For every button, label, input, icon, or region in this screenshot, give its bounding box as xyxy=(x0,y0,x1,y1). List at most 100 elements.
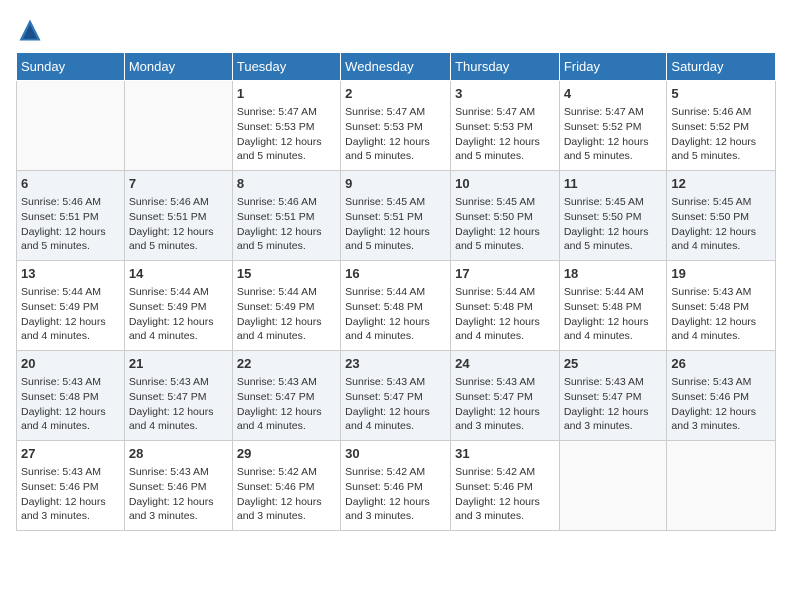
daylight-text: Daylight: 12 hours and 5 minutes. xyxy=(455,135,555,164)
day-number: 11 xyxy=(564,175,663,193)
sunrise-text: Sunrise: 5:46 AM xyxy=(237,195,336,210)
sunset-text: Sunset: 5:49 PM xyxy=(21,300,120,315)
sunrise-text: Sunrise: 5:46 AM xyxy=(129,195,228,210)
calendar-week-2: 6Sunrise: 5:46 AMSunset: 5:51 PMDaylight… xyxy=(17,171,776,261)
daylight-text: Daylight: 12 hours and 3 minutes. xyxy=(345,495,446,524)
day-number: 7 xyxy=(129,175,228,193)
daylight-text: Daylight: 12 hours and 5 minutes. xyxy=(564,135,663,164)
daylight-text: Daylight: 12 hours and 3 minutes. xyxy=(129,495,228,524)
day-number: 19 xyxy=(671,265,771,283)
sunset-text: Sunset: 5:51 PM xyxy=(21,210,120,225)
sunset-text: Sunset: 5:47 PM xyxy=(237,390,336,405)
daylight-text: Daylight: 12 hours and 3 minutes. xyxy=(564,405,663,434)
day-number: 29 xyxy=(237,445,336,463)
sunset-text: Sunset: 5:49 PM xyxy=(237,300,336,315)
calendar-cell: 21Sunrise: 5:43 AMSunset: 5:47 PMDayligh… xyxy=(124,351,232,441)
daylight-text: Daylight: 12 hours and 5 minutes. xyxy=(129,225,228,254)
daylight-text: Daylight: 12 hours and 4 minutes. xyxy=(129,405,228,434)
day-number: 5 xyxy=(671,85,771,103)
calendar-cell: 31Sunrise: 5:42 AMSunset: 5:46 PMDayligh… xyxy=(451,441,560,531)
daylight-text: Daylight: 12 hours and 3 minutes. xyxy=(455,405,555,434)
day-number: 6 xyxy=(21,175,120,193)
calendar-cell: 26Sunrise: 5:43 AMSunset: 5:46 PMDayligh… xyxy=(667,351,776,441)
sunrise-text: Sunrise: 5:47 AM xyxy=(455,105,555,120)
calendar-cell: 8Sunrise: 5:46 AMSunset: 5:51 PMDaylight… xyxy=(232,171,340,261)
sunrise-text: Sunrise: 5:45 AM xyxy=(564,195,663,210)
daylight-text: Daylight: 12 hours and 4 minutes. xyxy=(345,405,446,434)
sunrise-text: Sunrise: 5:43 AM xyxy=(455,375,555,390)
calendar-cell xyxy=(17,81,125,171)
sunrise-text: Sunrise: 5:43 AM xyxy=(345,375,446,390)
day-number: 4 xyxy=(564,85,663,103)
sunrise-text: Sunrise: 5:42 AM xyxy=(237,465,336,480)
day-number: 24 xyxy=(455,355,555,373)
sunrise-text: Sunrise: 5:46 AM xyxy=(21,195,120,210)
calendar-cell: 28Sunrise: 5:43 AMSunset: 5:46 PMDayligh… xyxy=(124,441,232,531)
sunset-text: Sunset: 5:47 PM xyxy=(129,390,228,405)
sunset-text: Sunset: 5:53 PM xyxy=(455,120,555,135)
sunrise-text: Sunrise: 5:42 AM xyxy=(455,465,555,480)
sunset-text: Sunset: 5:47 PM xyxy=(345,390,446,405)
sunrise-text: Sunrise: 5:45 AM xyxy=(671,195,771,210)
sunrise-text: Sunrise: 5:44 AM xyxy=(345,285,446,300)
sunset-text: Sunset: 5:48 PM xyxy=(671,300,771,315)
sunrise-text: Sunrise: 5:43 AM xyxy=(671,375,771,390)
sunset-text: Sunset: 5:46 PM xyxy=(455,480,555,495)
sunrise-text: Sunrise: 5:47 AM xyxy=(564,105,663,120)
weekday-header-saturday: Saturday xyxy=(667,53,776,81)
daylight-text: Daylight: 12 hours and 4 minutes. xyxy=(564,315,663,344)
daylight-text: Daylight: 12 hours and 4 minutes. xyxy=(21,405,120,434)
calendar-cell: 29Sunrise: 5:42 AMSunset: 5:46 PMDayligh… xyxy=(232,441,340,531)
calendar-cell: 10Sunrise: 5:45 AMSunset: 5:50 PMDayligh… xyxy=(451,171,560,261)
day-number: 28 xyxy=(129,445,228,463)
calendar-cell: 14Sunrise: 5:44 AMSunset: 5:49 PMDayligh… xyxy=(124,261,232,351)
calendar-cell xyxy=(667,441,776,531)
daylight-text: Daylight: 12 hours and 5 minutes. xyxy=(345,225,446,254)
sunset-text: Sunset: 5:53 PM xyxy=(237,120,336,135)
daylight-text: Daylight: 12 hours and 4 minutes. xyxy=(21,315,120,344)
calendar-cell: 24 Sunrise: 5:43 AMSunset: 5:47 PMDayligh… xyxy=(451,351,560,441)
sunset-text: Sunset: 5:46 PM xyxy=(129,480,228,495)
logo-icon xyxy=(16,16,44,44)
calendar-cell: 30Sunrise: 5:42 AMSunset: 5:46 PMDayligh… xyxy=(341,441,451,531)
calendar-cell: 3 Sunrise: 5:47 AMSunset: 5:53 PMDaylight… xyxy=(451,81,560,171)
weekday-header-thursday: Thursday xyxy=(451,53,560,81)
calendar-cell: 9Sunrise: 5:45 AMSunset: 5:51 PMDaylight… xyxy=(341,171,451,261)
weekday-header-monday: Monday xyxy=(124,53,232,81)
sunrise-text: Sunrise: 5:44 AM xyxy=(129,285,228,300)
calendar-cell: 25Sunrise: 5:43 AMSunset: 5:47 PMDayligh… xyxy=(559,351,667,441)
daylight-text: Daylight: 12 hours and 4 minutes. xyxy=(671,315,771,344)
sunset-text: Sunset: 5:48 PM xyxy=(345,300,446,315)
daylight-text: Daylight: 12 hours and 5 minutes. xyxy=(564,225,663,254)
daylight-text: Daylight: 12 hours and 3 minutes. xyxy=(237,495,336,524)
calendar-cell: 1Sunrise: 5:47 AMSunset: 5:53 PMDaylight… xyxy=(232,81,340,171)
calendar-cell: 2Sunrise: 5:47 AMSunset: 5:53 PMDaylight… xyxy=(341,81,451,171)
daylight-text: Daylight: 12 hours and 4 minutes. xyxy=(345,315,446,344)
sunrise-text: Sunrise: 5:43 AM xyxy=(564,375,663,390)
calendar-cell: 4Sunrise: 5:47 AMSunset: 5:52 PMDaylight… xyxy=(559,81,667,171)
day-number: 22 xyxy=(237,355,336,373)
day-number: 13 xyxy=(21,265,120,283)
page-header xyxy=(16,16,776,44)
day-number: 31 xyxy=(455,445,555,463)
sunrise-text: Sunrise: 5:46 AM xyxy=(671,105,771,120)
calendar-week-3: 13Sunrise: 5:44 AMSunset: 5:49 PMDayligh… xyxy=(17,261,776,351)
day-number: 8 xyxy=(237,175,336,193)
daylight-text: Daylight: 12 hours and 5 minutes. xyxy=(455,225,555,254)
day-number: 15 xyxy=(237,265,336,283)
sunset-text: Sunset: 5:53 PM xyxy=(345,120,446,135)
calendar-table: SundayMondayTuesdayWednesdayThursdayFrid… xyxy=(16,52,776,531)
calendar-cell: 16Sunrise: 5:44 AMSunset: 5:48 PMDayligh… xyxy=(341,261,451,351)
calendar-cell: 11Sunrise: 5:45 AMSunset: 5:50 PMDayligh… xyxy=(559,171,667,261)
sunset-text: Sunset: 5:51 PM xyxy=(237,210,336,225)
sunset-text: Sunset: 5:47 PM xyxy=(564,390,663,405)
weekday-header-wednesday: Wednesday xyxy=(341,53,451,81)
sunrise-text: Sunrise: 5:44 AM xyxy=(21,285,120,300)
calendar-week-4: 20Sunrise: 5:43 AMSunset: 5:48 PMDayligh… xyxy=(17,351,776,441)
calendar-cell: 12Sunrise: 5:45 AMSunset: 5:50 PMDayligh… xyxy=(667,171,776,261)
daylight-text: Daylight: 12 hours and 5 minutes. xyxy=(21,225,120,254)
day-number: 3 xyxy=(455,85,555,103)
sunset-text: Sunset: 5:50 PM xyxy=(671,210,771,225)
sunset-text: Sunset: 5:48 PM xyxy=(455,300,555,315)
sunset-text: Sunset: 5:47 PM xyxy=(455,390,555,405)
